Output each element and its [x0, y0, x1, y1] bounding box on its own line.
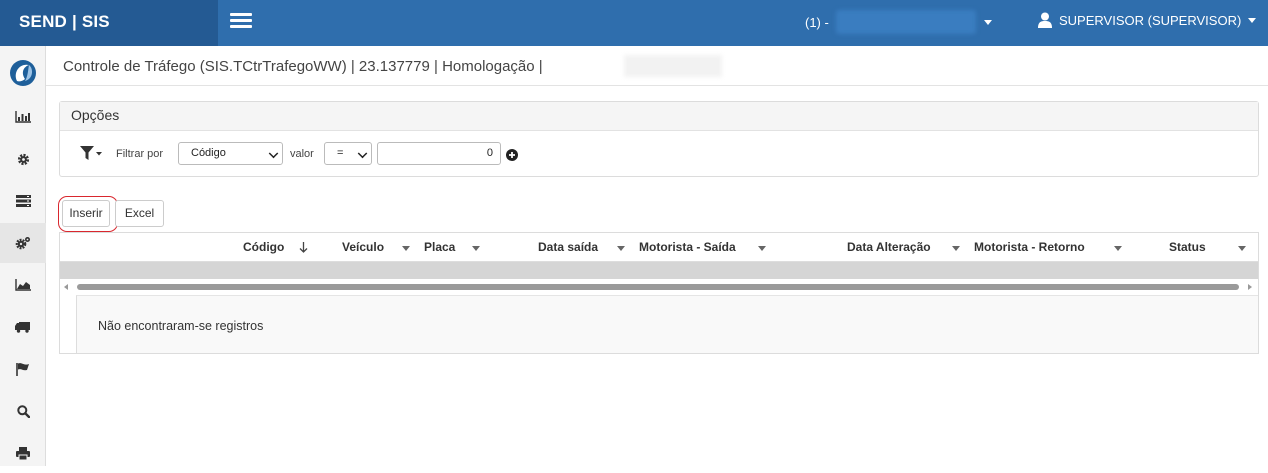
sidebar-item-print[interactable]: [0, 433, 46, 473]
grid-filter-row: [60, 262, 1258, 279]
grid-header: Código Veículo Placa Data saída Motorist…: [60, 233, 1258, 262]
grid-body: Não encontraram-se registros: [76, 295, 1258, 353]
user-icon: [1038, 12, 1052, 28]
company-selector-label[interactable]: (1) -: [805, 15, 829, 30]
search-icon: [16, 404, 30, 418]
column-header-data-alteracao[interactable]: Data Alteração: [847, 240, 931, 254]
scrollbar-thumb[interactable]: [77, 284, 1239, 290]
menu-toggle-icon[interactable]: [230, 13, 252, 29]
filter-row: Filtrar por Código valor = 0: [60, 140, 1258, 166]
horizontal-scrollbar[interactable]: [60, 280, 1258, 294]
scroll-left-arrow-icon[interactable]: [64, 284, 68, 290]
scroll-right-arrow-icon[interactable]: [1248, 284, 1252, 290]
gear-icon: [17, 153, 29, 165]
column-menu-caret-icon[interactable]: [758, 246, 766, 251]
column-menu-caret-icon[interactable]: [1238, 246, 1246, 251]
operator-select[interactable]: =: [324, 142, 372, 165]
sidebar-item-operations[interactable]: [0, 223, 46, 263]
filter-by-label: Filtrar por: [116, 148, 164, 160]
sidebar-item-traffic[interactable]: [0, 349, 46, 389]
column-header-motorista-saida[interactable]: Motorista - Saída: [639, 240, 736, 254]
page-title: Controle de Tráfego (SIS.TCtrTrafegoWW) …: [63, 58, 543, 75]
page-header: Controle de Tráfego (SIS.TCtrTrafegoWW) …: [46, 46, 1268, 86]
sidebar: [0, 46, 46, 466]
sidebar-item-servers[interactable]: [0, 181, 46, 221]
chevron-down-icon: [268, 148, 279, 159]
data-grid: Código Veículo Placa Data saída Motorist…: [59, 232, 1259, 354]
column-menu-caret-icon[interactable]: [402, 246, 410, 251]
sidebar-item-search[interactable]: [0, 391, 46, 431]
sidebar-item-analytics[interactable]: [0, 265, 46, 305]
excel-button[interactable]: Excel: [115, 200, 164, 227]
gears-icon: [15, 237, 30, 250]
filter-field-select[interactable]: Código: [178, 142, 283, 165]
server-icon: [15, 195, 31, 207]
column-header-motorista-retorno[interactable]: Motorista - Retorno: [974, 240, 1085, 254]
user-name: SUPERVISOR (SUPERVISOR): [1059, 12, 1242, 28]
column-header-status[interactable]: Status: [1169, 240, 1206, 254]
sidebar-logo-icon[interactable]: [0, 53, 46, 93]
title-redacted: [624, 55, 722, 77]
print-icon: [16, 446, 30, 460]
company-name-redacted: [836, 10, 976, 34]
column-header-placa[interactable]: Placa: [424, 240, 455, 254]
operator-value: =: [337, 147, 344, 159]
column-menu-caret-icon[interactable]: [617, 246, 625, 251]
empty-records-message: Não encontraram-se registros: [98, 319, 264, 333]
insert-button-highlight: [58, 196, 118, 232]
truck-icon: [15, 322, 30, 333]
filter-icon[interactable]: [80, 146, 103, 161]
filter-value-input[interactable]: 0: [377, 142, 501, 165]
column-header-data-saida[interactable]: Data saída: [538, 240, 598, 254]
flag-icon: [15, 363, 29, 376]
sidebar-item-reports[interactable]: [0, 97, 46, 137]
options-panel-header: Opções: [60, 102, 1258, 131]
column-header-veiculo[interactable]: Veículo: [342, 240, 384, 254]
sort-desc-icon[interactable]: [299, 242, 308, 253]
column-menu-caret-icon[interactable]: [472, 246, 480, 251]
user-dropdown-caret-icon: [1248, 17, 1257, 23]
bar-chart-icon: [15, 111, 31, 123]
sidebar-item-fleet[interactable]: [0, 307, 46, 347]
value-label: valor: [290, 148, 314, 160]
add-filter-icon[interactable]: [506, 149, 518, 161]
user-menu[interactable]: SUPERVISOR (SUPERVISOR): [1038, 12, 1257, 28]
chevron-down-icon: [357, 148, 368, 159]
company-dropdown-caret-icon[interactable]: [984, 20, 992, 25]
area-chart-icon: [15, 279, 31, 291]
column-header-codigo[interactable]: Código: [243, 240, 284, 254]
sidebar-item-settings[interactable]: [0, 139, 46, 179]
top-navbar: SEND | SIS (1) - SUPERVISOR (SUPERVISOR): [0, 0, 1268, 46]
brand-logo[interactable]: SEND | SIS: [0, 0, 218, 46]
column-menu-caret-icon[interactable]: [1114, 246, 1122, 251]
options-panel: Opções Filtrar por Código valor = 0: [59, 101, 1259, 177]
filter-field-value: Código: [191, 147, 226, 159]
column-menu-caret-icon[interactable]: [952, 246, 960, 251]
